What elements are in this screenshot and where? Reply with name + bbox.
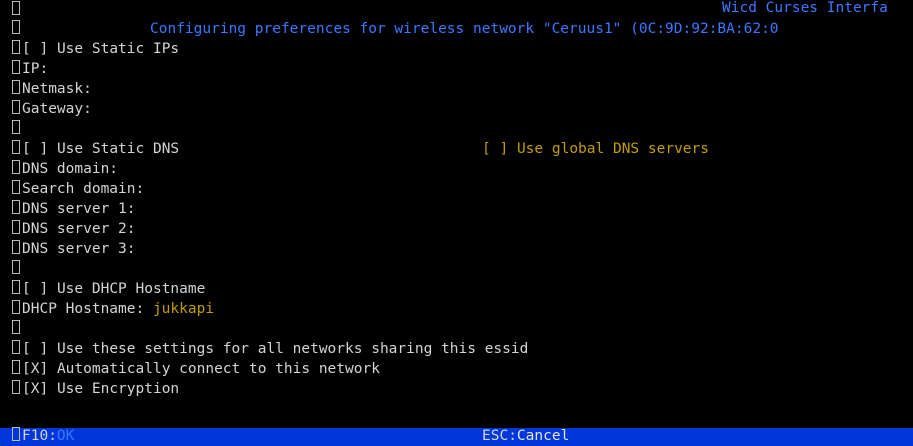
dhcp-hostname-label: DHCP Hostname: xyxy=(22,301,145,317)
placeholder-glyph-icon xyxy=(12,360,20,374)
gateway-label: Gateway: xyxy=(22,101,92,117)
ok-button[interactable]: OK xyxy=(57,428,74,444)
global-dns-checkbox[interactable]: [ ] xyxy=(482,141,508,157)
placeholder-glyph-icon xyxy=(12,240,20,254)
static-dns-checkbox[interactable]: [ ] xyxy=(22,141,48,157)
dhcp-hostname-row[interactable]: DHCP Hostname: jukkapi xyxy=(0,299,214,319)
header-row-2 xyxy=(0,19,22,39)
placeholder-glyph-icon xyxy=(12,380,20,394)
dns-server-2-label: DNS server 2: xyxy=(22,221,136,237)
placeholder-glyph-icon xyxy=(12,1,20,15)
dns-domain-label: DNS domain: xyxy=(22,161,119,177)
static-ip-checkbox[interactable]: [ ] xyxy=(22,41,48,57)
placeholder-glyph-icon xyxy=(12,120,20,134)
placeholder-glyph-icon xyxy=(12,20,20,34)
cancel-shortcut[interactable]: ESC:Cancel xyxy=(482,426,570,446)
share-settings-label: Use these settings for all networks shar… xyxy=(56,341,529,357)
static-dns-label: Use Static DNS xyxy=(56,141,180,157)
blank-row xyxy=(0,259,22,279)
placeholder-glyph-icon xyxy=(12,60,20,74)
placeholder-glyph-icon xyxy=(12,100,20,114)
global-dns-option[interactable]: [ ] Use global DNS servers xyxy=(482,139,709,159)
terminal-window: Wicd Curses Interfa Configuring preferen… xyxy=(0,0,913,446)
placeholder-glyph-icon xyxy=(12,320,20,334)
blank-row xyxy=(0,319,22,339)
placeholder-glyph-icon xyxy=(12,220,20,234)
encryption-label: Use Encryption xyxy=(56,381,180,397)
placeholder-glyph-icon xyxy=(12,280,20,294)
netmask-row[interactable]: Netmask: xyxy=(0,79,92,99)
encryption-row[interactable]: [X] Use Encryption xyxy=(0,379,179,399)
cancel-button[interactable]: Cancel xyxy=(516,428,570,444)
dns-server-1-label: DNS server 1: xyxy=(22,201,136,217)
blank-row xyxy=(0,119,22,139)
placeholder-glyph-icon xyxy=(12,140,20,154)
placeholder-glyph-icon xyxy=(12,340,20,354)
placeholder-glyph-icon xyxy=(12,40,20,54)
static-ip-row[interactable]: [ ] Use Static IPs xyxy=(0,39,179,59)
dns-server-3-row[interactable]: DNS server 3: xyxy=(0,239,136,259)
placeholder-glyph-icon xyxy=(12,80,20,94)
dhcp-hostname-checkbox[interactable]: [ ] xyxy=(22,281,48,297)
ip-label: IP: xyxy=(22,61,49,77)
auto-connect-row[interactable]: [X] Automatically connect to this networ… xyxy=(0,359,380,379)
share-settings-row[interactable]: [ ] Use these settings for all networks … xyxy=(0,339,528,359)
placeholder-glyph-icon xyxy=(12,427,20,441)
gateway-row[interactable]: Gateway: xyxy=(0,99,92,119)
ip-row[interactable]: IP: xyxy=(0,59,48,79)
dns-server-3-label: DNS server 3: xyxy=(22,241,136,257)
footer-bar: F10:OK ESC:Cancel xyxy=(0,426,913,446)
dns-domain-row[interactable]: DNS domain: xyxy=(0,159,118,179)
header-row-1 xyxy=(0,0,22,20)
dns-server-2-row[interactable]: DNS server 2: xyxy=(0,219,136,239)
cancel-key: ESC: xyxy=(482,428,517,444)
page-subtitle: Configuring preferences for wireless net… xyxy=(150,21,779,37)
dhcp-hostname-check-label: Use DHCP Hostname xyxy=(56,281,206,297)
placeholder-glyph-icon xyxy=(12,300,20,314)
netmask-label: Netmask: xyxy=(22,81,92,97)
global-dns-label: Use global DNS servers xyxy=(516,141,709,157)
placeholder-glyph-icon xyxy=(12,200,20,214)
placeholder-glyph-icon xyxy=(12,180,20,194)
auto-connect-checkbox[interactable]: [X] xyxy=(22,361,48,377)
search-domain-row[interactable]: Search domain: xyxy=(0,179,144,199)
ok-shortcut[interactable]: F10:OK xyxy=(0,426,74,446)
placeholder-glyph-icon xyxy=(12,160,20,174)
dns-server-1-row[interactable]: DNS server 1: xyxy=(0,199,136,219)
search-domain-label: Search domain: xyxy=(22,181,145,197)
share-settings-checkbox[interactable]: [ ] xyxy=(22,341,48,357)
auto-connect-label: Automatically connect to this network xyxy=(56,361,380,377)
encryption-checkbox[interactable]: [X] xyxy=(22,381,48,397)
static-dns-row[interactable]: [ ] Use Static DNS xyxy=(0,139,179,159)
dhcp-hostname-check-row[interactable]: [ ] Use DHCP Hostname xyxy=(0,279,205,299)
ok-key: F10: xyxy=(22,428,57,444)
dhcp-hostname-input[interactable]: jukkapi xyxy=(153,301,214,317)
static-ip-label: Use Static IPs xyxy=(56,41,180,57)
placeholder-glyph-icon xyxy=(12,260,20,274)
app-title: Wicd Curses Interfa xyxy=(722,0,888,16)
